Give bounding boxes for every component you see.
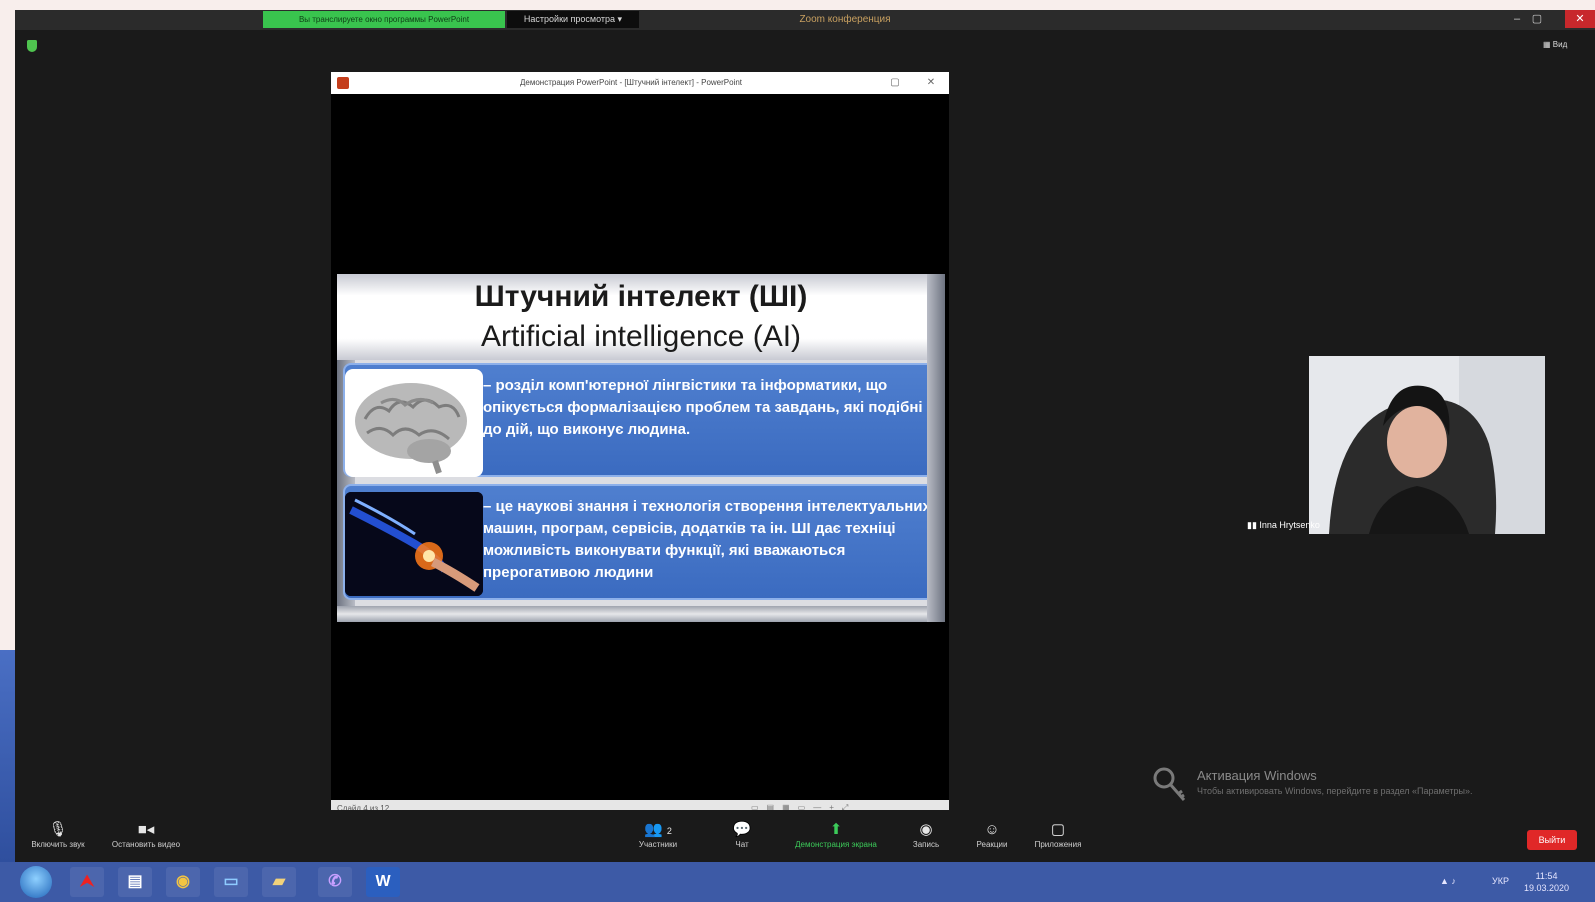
definition-text-2: – це наукові знання і технологія створен… [483, 498, 931, 581]
microphone-muted-icon: 🎙 [48, 821, 68, 838]
definition-box-2: – це наукові знання і технологія створен… [343, 484, 945, 600]
tray-arrow-icon[interactable]: ▲ ♪ [1440, 876, 1456, 886]
ppt-restore-button[interactable]: ▢ [887, 75, 903, 91]
word-taskbar-icon[interactable]: W [366, 867, 400, 897]
zoom-title-bar: Вы транслируете окно программы PowerPoin… [15, 10, 1595, 30]
presentation-slide: Штучний інтелект (ШІ) Artificial intelli… [337, 274, 945, 622]
powerpoint-title-bar: Демонстрация PowerPoint - [Штучний інтел… [331, 72, 949, 94]
view-toggle-button[interactable]: ▦ Вид [1543, 40, 1593, 52]
share-screen-icon: ⬆ [829, 821, 843, 838]
slide-title-ukrainian: Штучний інтелект (ШІ) [474, 280, 808, 313]
document-taskbar-icon[interactable]: ▤ [118, 867, 152, 897]
slide-title-english: Artificial intelligence (AI) [480, 320, 802, 353]
chat-button[interactable]: 💬 Чат [699, 820, 785, 860]
participant-name: Inna Hrytsenko [1259, 520, 1320, 530]
unmute-button[interactable]: 🎙 Включить звук [15, 820, 101, 860]
explorer-taskbar-icon[interactable]: ▰ [262, 867, 296, 897]
powerpoint-logo-icon [337, 77, 349, 89]
definition-box-1: – розділ комп'ютерної лінгвістики та інф… [343, 363, 945, 477]
side-slide-edge [0, 650, 15, 862]
key-icon [1150, 764, 1190, 804]
definition-text-1: – розділ комп'ютерної лінгвістики та інф… [483, 377, 923, 438]
minimize-button[interactable]: – [1509, 12, 1525, 26]
brain-image [345, 369, 483, 477]
system-tray: ▲ ♪ УКР 11:54 19.03.2020 [1440, 866, 1590, 898]
start-button[interactable] [20, 866, 52, 898]
chrome-taskbar-icon[interactable]: ◉ [166, 867, 200, 897]
conference-title: Zoom конференция [799, 14, 891, 25]
zoom-taskbar-icon[interactable]: ▭ [214, 867, 248, 897]
shared-powerpoint-window: Демонстрация PowerPoint - [Штучний інтел… [331, 72, 949, 817]
slide-bottom-band [337, 606, 945, 622]
end-meeting-button[interactable]: Выйти [1527, 830, 1577, 850]
participant-name-label: ▮▮ Inna Hrytsenko [1247, 520, 1377, 532]
viber-taskbar-icon[interactable]: ✆ [318, 867, 352, 897]
apps-button[interactable]: ▢ Приложения [1015, 820, 1101, 860]
language-indicator[interactable]: УКР [1492, 876, 1509, 886]
apps-icon: ▢ [1050, 821, 1066, 838]
participants-icon: 👥 2 [644, 821, 672, 838]
activation-text: Чтобы активировать Windows, перейдите в … [1197, 786, 1473, 796]
ppt-close-button[interactable]: ✕ [923, 75, 939, 91]
chat-bubble-icon: 💬 [732, 821, 752, 838]
close-button[interactable]: ✕ [1565, 10, 1595, 28]
clock-time: 11:54 [1535, 871, 1558, 881]
maximize-button[interactable]: ▢ [1529, 12, 1545, 26]
activation-title: Активация Windows [1197, 768, 1317, 783]
windows-taskbar: ⮝ ▤ ◉ ▭ ▰ ✆ W ▲ ♪ УКР 11:54 19.03.2020 [0, 862, 1595, 902]
security-shield-icon[interactable] [27, 40, 37, 52]
stop-video-button[interactable]: ■◂ Остановить видео [103, 820, 189, 860]
video-camera-icon: ■◂ [137, 821, 155, 838]
acrobat-taskbar-icon[interactable]: ⮝ [70, 867, 104, 897]
clock[interactable]: 11:54 19.03.2020 [1524, 870, 1569, 894]
share-screen-button[interactable]: ⬆ Демонстрация экрана [793, 820, 879, 860]
participants-button[interactable]: 👥 2 Участники [615, 820, 701, 860]
zoom-toolbar: 🎙 Включить звук ■◂ Остановить видео 👥 2 … [15, 810, 1595, 868]
zoom-meeting-window: Вы транслируете окно программы PowerPoin… [15, 10, 1595, 876]
participant-video-tile[interactable] [1309, 356, 1545, 534]
view-options-button[interactable]: Настройки просмотра ▾ [507, 11, 639, 28]
sharing-status-bar[interactable]: Вы транслируете окно программы PowerPoin… [263, 11, 505, 28]
powerpoint-window-title: Демонстрация PowerPoint - [Штучний інтел… [519, 78, 743, 87]
signal-icon: ▮▮ [1247, 520, 1260, 530]
clock-date: 19.03.2020 [1524, 883, 1570, 893]
robot-hand-image [345, 492, 483, 596]
